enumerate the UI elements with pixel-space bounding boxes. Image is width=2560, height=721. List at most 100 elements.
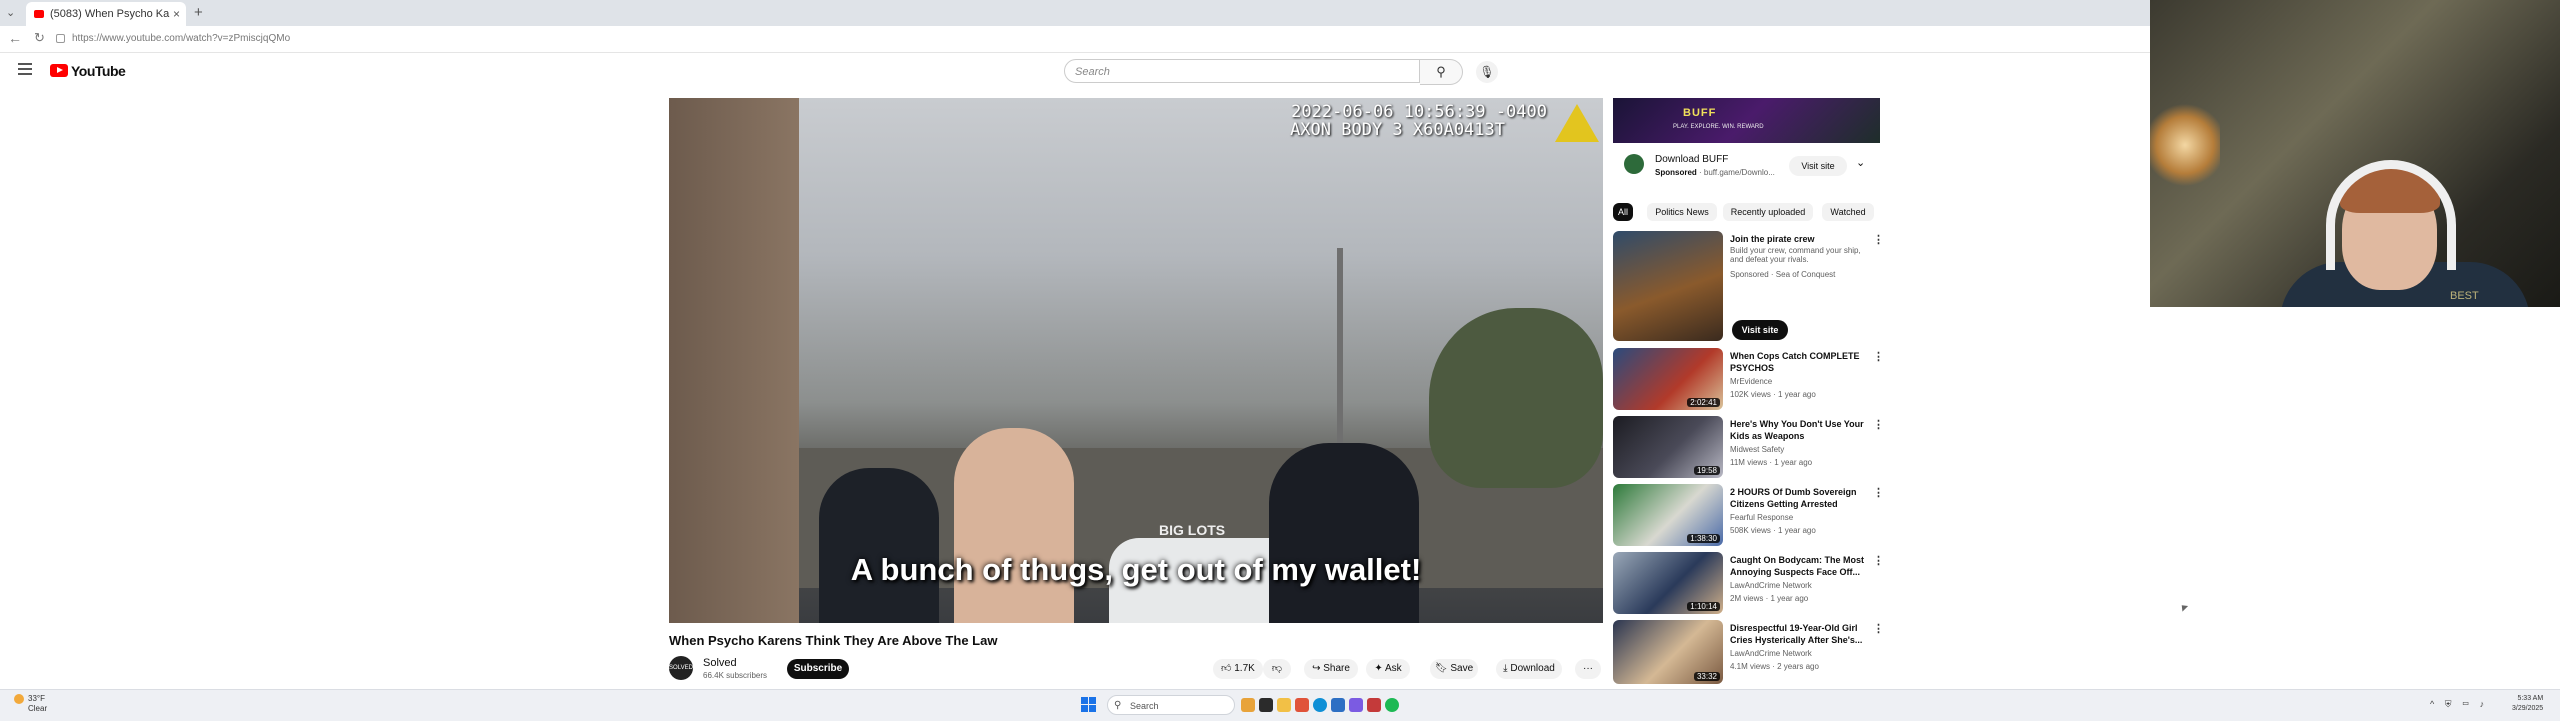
- save-button[interactable]: 🔖︎ Save: [1430, 659, 1478, 679]
- thumbs-down-icon: 👎︎: [1271, 663, 1283, 674]
- recommendation-title[interactable]: Here's Why You Don't Use Your Kids as We…: [1730, 418, 1870, 442]
- taskbar-search-input[interactable]: ⚲ Search: [1107, 695, 1235, 715]
- bookmark-icon: 🔖︎: [1434, 663, 1448, 674]
- video-scene-officer-left: [819, 468, 939, 623]
- recommendation-description: Build your crew, command your ship, and …: [1730, 246, 1861, 264]
- video-player[interactable]: BIG LOTS 2022-06-06 10:56:39 -0400 AXON …: [669, 98, 1603, 623]
- recommendation-title[interactable]: 2 HOURS Of Dumb Sovereign Citizens Getti…: [1730, 486, 1870, 510]
- recommendation-thumbnail[interactable]: 1:38:30: [1613, 484, 1723, 546]
- chrome-icon[interactable]: [1295, 698, 1309, 712]
- chip-watched[interactable]: Watched: [1822, 203, 1874, 221]
- youtube-logo-text[interactable]: YouTube: [71, 63, 126, 79]
- reload-icon[interactable]: ↻: [34, 30, 45, 46]
- duration-badge: 1:38:30: [1687, 534, 1720, 543]
- dislike-button[interactable]: 👎︎: [1263, 659, 1291, 679]
- recommendation-thumbnail[interactable]: 33:32: [1613, 620, 1723, 684]
- more-actions-button[interactable]: ···: [1575, 659, 1601, 679]
- sponsored-visit-site-button[interactable]: Visit site: [1732, 320, 1788, 340]
- tab-title: (5083) When Psycho Karens T: [50, 8, 170, 20]
- site-info-icon[interactable]: [56, 34, 65, 43]
- recommendation-thumbnail[interactable]: 1:10:14: [1613, 552, 1723, 614]
- search-button[interactable]: ⚲: [1420, 59, 1463, 85]
- channel-name[interactable]: Solved: [703, 657, 737, 669]
- duration-badge: 1:10:14: [1687, 602, 1720, 611]
- system-tray-icons[interactable]: ^ ⛨ ▭ ♪: [2430, 699, 2488, 710]
- browser-tab[interactable]: (5083) When Psycho Karens T ×: [26, 2, 186, 26]
- moon-weather-icon: [14, 694, 24, 704]
- recommendation-title[interactable]: When Cops Catch COMPLETE PSYCHOS: [1730, 350, 1870, 374]
- chevron-down-icon[interactable]: ⌄: [1856, 156, 1865, 169]
- more-options-icon[interactable]: ⋮: [1873, 622, 1884, 635]
- file-explorer-icon[interactable]: [1277, 698, 1291, 712]
- subscriber-count: 66.4K subscribers: [703, 671, 768, 680]
- recommendation-thumbnail[interactable]: 2:02:41: [1613, 348, 1723, 410]
- recommendation-channel[interactable]: LawAndCrime Network: [1730, 649, 1812, 658]
- gallery-app-icon[interactable]: [1241, 698, 1255, 712]
- recommendation-thumbnail[interactable]: [1613, 231, 1723, 341]
- new-tab-button[interactable]: +: [194, 4, 203, 21]
- more-options-icon[interactable]: ⋮: [1873, 233, 1884, 246]
- recommendation-title[interactable]: Disrespectful 19-Year-Old Girl Cries Hys…: [1730, 622, 1870, 646]
- recommendation-thumbnail[interactable]: 19:58: [1613, 416, 1723, 478]
- recommendation-channel[interactable]: Fearful Response: [1730, 513, 1793, 522]
- more-options-icon[interactable]: ⋮: [1873, 486, 1884, 499]
- ad-visit-site-button[interactable]: Visit site: [1789, 156, 1847, 176]
- duration-badge: 33:32: [1693, 672, 1720, 681]
- discord-icon[interactable]: [1349, 698, 1363, 712]
- hamburger-menu-icon[interactable]: [18, 63, 32, 78]
- download-button[interactable]: ⤓ Download: [1496, 659, 1562, 679]
- duration-badge: 19:58: [1693, 466, 1720, 475]
- recorder-icon[interactable]: [1367, 698, 1381, 712]
- ad-banner[interactable]: BUFF PLAY. EXPLORE. WIN. REWARD: [1613, 98, 1880, 143]
- voice-search-button[interactable]: 🎙: [1476, 61, 1498, 83]
- video-scene-woman: [954, 428, 1074, 623]
- ad-domain: buff.game/Downlo...: [1703, 168, 1775, 177]
- channel-avatar[interactable]: SOLVED: [669, 656, 693, 680]
- recommendation-meta: 102K views · 1 year ago: [1730, 390, 1816, 399]
- chip-politics-news[interactable]: Politics News: [1647, 203, 1717, 221]
- recommendation-channel[interactable]: MrEvidence: [1730, 377, 1772, 386]
- duration-badge: 2:02:41: [1687, 398, 1720, 407]
- search-icon: ⚲: [1436, 64, 1446, 79]
- save-label: Save: [1450, 663, 1474, 674]
- store-icon[interactable]: [1331, 698, 1345, 712]
- thumbs-up-icon: 👍︎: [1221, 663, 1232, 674]
- ad-title[interactable]: Download BUFF: [1655, 154, 1728, 165]
- more-options-icon[interactable]: ⋮: [1873, 350, 1884, 363]
- url-field[interactable]: https://www.youtube.com/watch?v=zPmiscjq…: [72, 33, 290, 44]
- microphone-icon: 🎙: [1479, 65, 1495, 79]
- more-options-icon[interactable]: ⋮: [1873, 418, 1884, 431]
- recommendation-title[interactable]: Caught On Bodycam: The Most Annoying Sus…: [1730, 554, 1870, 578]
- back-arrow-icon[interactable]: ←: [8, 30, 22, 46]
- recommendation-meta: 2M views · 1 year ago: [1730, 594, 1809, 603]
- search-input[interactable]: Search: [1064, 59, 1420, 83]
- like-button[interactable]: 👍︎ 1.7K: [1213, 659, 1263, 679]
- share-button[interactable]: ↪ Share: [1304, 659, 1358, 679]
- subscribe-button[interactable]: Subscribe: [787, 659, 849, 679]
- tab-close-icon[interactable]: ×: [173, 2, 180, 26]
- ad-meta: Sponsored · buff.game/Downlo...: [1655, 168, 1775, 177]
- recommendation-channel[interactable]: Midwest Safety: [1730, 445, 1784, 454]
- ask-button[interactable]: ✦ Ask: [1366, 659, 1410, 679]
- weather-temperature: 33°F: [28, 694, 45, 703]
- task-view-icon[interactable]: [1259, 698, 1273, 712]
- chip-recently-uploaded[interactable]: Recently uploaded: [1723, 203, 1813, 221]
- clock-time: 5:33 AM: [2517, 695, 2544, 702]
- tab-search-icon[interactable]: ⌄: [6, 6, 15, 19]
- windows-start-icon[interactable]: [1081, 697, 1097, 713]
- taskbar-clock[interactable]: 5:33 AM 3/29/2025: [2512, 694, 2543, 714]
- bodycam-device-id: AXON BODY 3 X60A0413T: [1290, 120, 1505, 140]
- download-icon: ⤓: [1503, 663, 1508, 674]
- chip-all[interactable]: All: [1613, 203, 1633, 221]
- recommendation-meta: 4.1M views · 2 years ago: [1730, 662, 1819, 671]
- edge-icon[interactable]: [1313, 698, 1327, 712]
- youtube-logo-icon[interactable]: [50, 64, 68, 77]
- more-options-icon[interactable]: ⋮: [1873, 554, 1884, 567]
- webcam-lamp: [2150, 100, 2220, 190]
- video-title: When Psycho Karens Think They Are Above …: [669, 633, 998, 648]
- webcam-overlay: BEST: [2150, 0, 2560, 307]
- recommendation-channel[interactable]: LawAndCrime Network: [1730, 581, 1812, 590]
- weather-widget[interactable]: 33°F Clear: [14, 694, 47, 714]
- spotify-icon[interactable]: [1385, 698, 1399, 712]
- recommendation-title[interactable]: Join the pirate crew: [1730, 233, 1870, 245]
